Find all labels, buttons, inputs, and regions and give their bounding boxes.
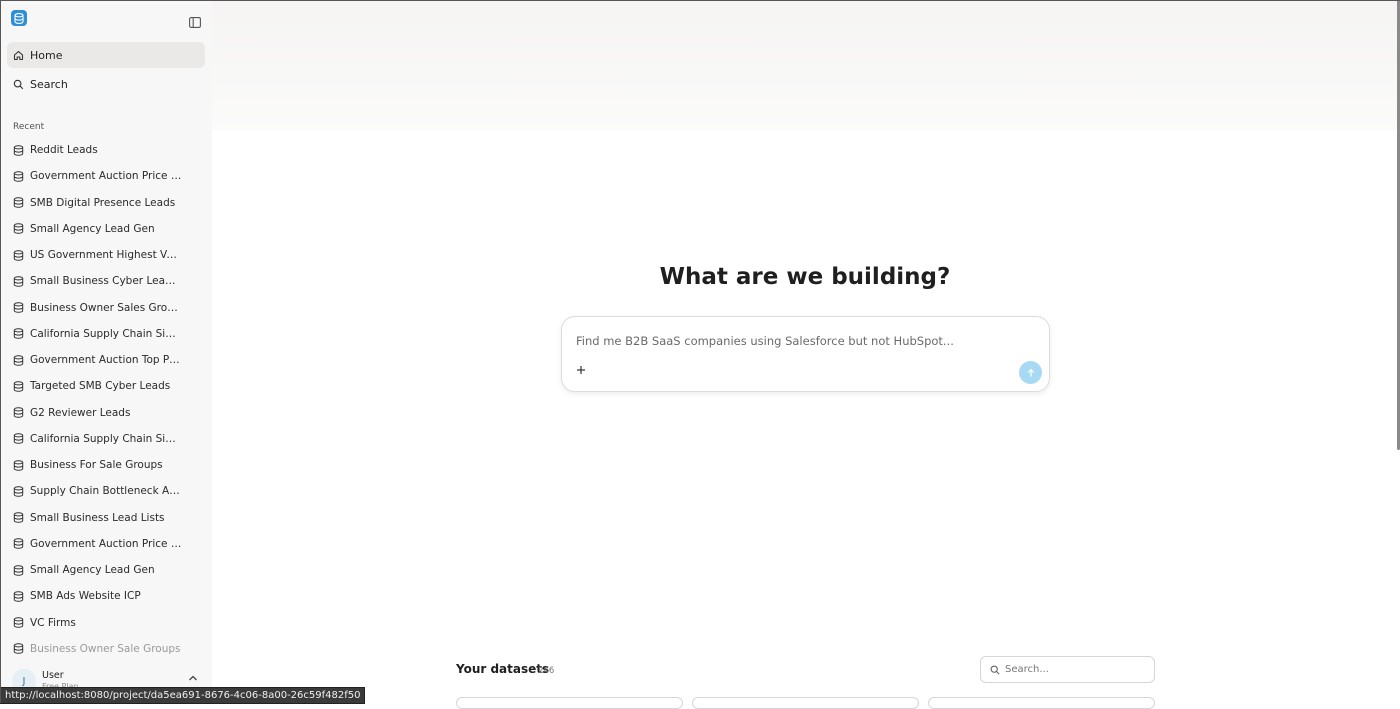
recent-item[interactable]: Small Agency Lead Gen (0, 216, 212, 242)
database-icon (13, 223, 24, 235)
database-icon (13, 328, 24, 340)
recent-item-label: US Government Highest Value ... (30, 249, 182, 262)
database-icon (13, 433, 24, 445)
nav-search-label: Search (30, 77, 68, 91)
datasets-search[interactable] (980, 656, 1155, 683)
recent-item-label: SMB Digital Presence Leads (30, 196, 176, 209)
recent-item-label: Business Owner Sale Groups (30, 642, 181, 655)
database-logo-icon (14, 12, 24, 24)
recent-item[interactable]: Supply Chain Bottleneck Analysis (0, 478, 212, 504)
recent-item[interactable]: Business For Sale Groups (0, 452, 212, 478)
recent-projects-list: Reddit Leads Government Auction Price Fin… (0, 137, 212, 662)
home-icon (13, 50, 24, 61)
recent-item[interactable]: Government Auction Price Fin... (0, 163, 212, 189)
datasets-search-input[interactable] (1005, 662, 1145, 677)
recent-item[interactable]: Government Auction Top Price (0, 347, 212, 373)
page-title: What are we building? (659, 264, 951, 290)
panel-left-icon (189, 17, 201, 28)
app-logo[interactable] (11, 10, 27, 26)
database-icon (13, 197, 24, 208)
recent-item[interactable]: G2 Reviewer Leads (0, 400, 212, 426)
dataset-card[interactable] (456, 697, 683, 709)
database-icon (13, 171, 24, 182)
recent-item-label: VC Firms (30, 616, 76, 629)
dataset-card[interactable] (928, 697, 1155, 709)
recent-item[interactable]: Targeted SMB Cyber Leads (0, 373, 212, 399)
prompt-composer (561, 316, 1050, 392)
datasets-title: Your datasets (456, 662, 550, 676)
recent-item[interactable]: Small Agency Lead Gen (0, 557, 212, 583)
database-icon (13, 486, 24, 497)
prompt-input[interactable] (576, 331, 1016, 351)
database-icon (13, 381, 24, 392)
user-name: User (42, 670, 64, 681)
sidebar: Home Search Recent Reddit Leads Governmen… (0, 0, 212, 703)
recent-item[interactable]: Small Business Cyber Lead Lists (0, 268, 212, 294)
recent-item[interactable]: Small Business Lead Lists (0, 505, 212, 531)
recent-item[interactable]: US Government Highest Value ... (0, 242, 212, 268)
recent-item[interactable]: Business Owner Sales Groups (0, 295, 212, 321)
nav-search[interactable]: Search (7, 71, 205, 97)
chevron-up-icon (189, 675, 197, 681)
recent-item-label: G2 Reviewer Leads (30, 406, 131, 419)
recent-item-label: Government Auction Price Lea... (30, 537, 182, 550)
database-icon (13, 564, 24, 576)
top-gradient-band (212, 0, 1400, 130)
recent-item[interactable]: SMB Digital Presence Leads (0, 190, 212, 216)
recent-item-label: Business Owner Sales Groups (30, 301, 182, 314)
recent-item-label: Government Auction Price Fin... (30, 170, 182, 183)
database-icon (13, 302, 24, 313)
recent-item-label: Small Business Cyber Lead Lists (30, 275, 182, 288)
recent-item-label: Small Agency Lead Gen (30, 564, 155, 577)
attach-button[interactable] (574, 363, 587, 376)
nav-home-label: Home (30, 48, 63, 62)
recent-item[interactable]: California Supply Chain Signals (0, 426, 212, 452)
recent-item-label: Targeted SMB Cyber Leads (30, 380, 171, 393)
search-icon (990, 665, 1000, 675)
recent-item[interactable]: Reddit Leads (0, 137, 212, 163)
datasets-count: 246 (538, 666, 555, 676)
recent-item[interactable]: SMB Ads Website ICP (0, 583, 212, 609)
dataset-card[interactable] (692, 697, 919, 709)
nav-home[interactable]: Home (7, 42, 205, 68)
database-icon (13, 512, 24, 523)
recent-item-label: Business For Sale Groups (30, 459, 163, 472)
recent-item-label: Small Agency Lead Gen (30, 222, 155, 235)
recent-item-label: California Supply Chain Signals (30, 432, 182, 445)
recent-item-label: Supply Chain Bottleneck Analysis (30, 485, 182, 498)
recent-item-label: SMB Ads Website ICP (30, 590, 141, 603)
plus-icon (576, 365, 585, 374)
database-icon (13, 643, 24, 655)
sidebar-toggle-button[interactable] (189, 13, 201, 28)
recent-item[interactable]: VC Firms (0, 610, 212, 636)
database-icon (13, 276, 24, 287)
recent-item-label: Reddit Leads (30, 144, 98, 157)
recent-item-label: Government Auction Top Price (30, 354, 182, 367)
database-icon (13, 144, 24, 156)
status-bar-url: http://localhost:8080/project/da5ea691-8… (0, 687, 366, 704)
database-icon (13, 538, 24, 550)
database-icon (13, 617, 24, 628)
database-icon (13, 354, 24, 366)
search-icon (13, 79, 24, 90)
database-icon (13, 407, 24, 418)
recent-item[interactable]: Government Auction Price Lea... (0, 531, 212, 557)
send-button[interactable] (1019, 361, 1042, 384)
recent-item[interactable]: Business Owner Sale Groups (0, 636, 212, 662)
recent-item[interactable]: California Supply Chain Signals (0, 321, 212, 347)
database-icon (13, 459, 24, 471)
arrow-up-icon (1027, 368, 1034, 376)
database-icon (13, 249, 24, 261)
database-icon (13, 591, 24, 602)
recent-item-label: Small Business Lead Lists (30, 511, 165, 524)
recent-item-label: California Supply Chain Signals (30, 327, 182, 340)
recent-section-label: Recent (13, 122, 45, 132)
